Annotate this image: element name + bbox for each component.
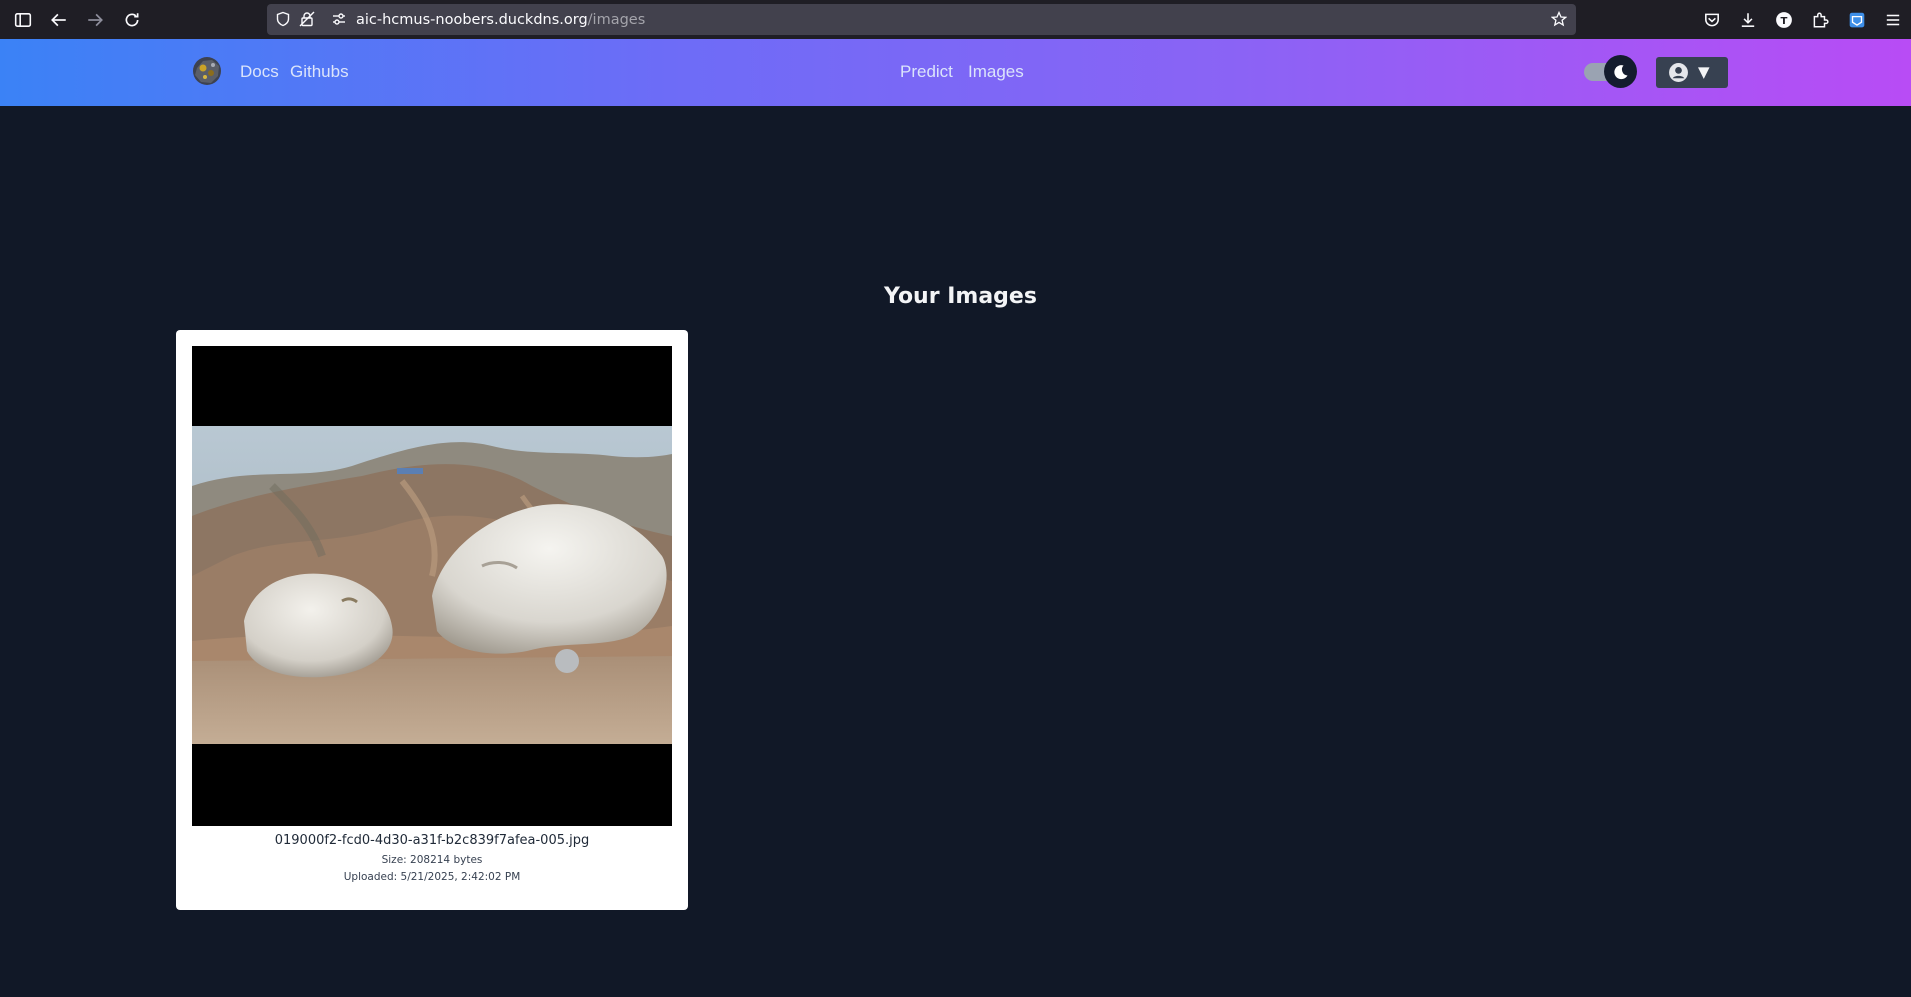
image-uploaded: Uploaded: 5/21/2025, 2:42:02 PM — [176, 871, 688, 884]
app-navbar: Docs Githubs Predict Images ▼ — [0, 39, 1911, 106]
moon-icon — [1604, 55, 1637, 88]
forward-arrow-icon[interactable] — [82, 7, 108, 33]
nav-link-images[interactable]: Images — [968, 62, 1024, 82]
theme-toggle[interactable] — [1584, 55, 1637, 88]
hamburger-menu-icon[interactable] — [1880, 7, 1906, 33]
account-box-icon[interactable] — [1844, 7, 1870, 33]
user-menu-button[interactable]: ▼ — [1656, 57, 1728, 88]
download-icon[interactable] — [1735, 7, 1761, 33]
image-uploaded-label: Uploaded: — [343, 871, 398, 883]
lock-icon[interactable] — [297, 9, 317, 29]
chevron-down-icon: ▼ — [1698, 63, 1710, 81]
image-size-label: Size: — [381, 854, 407, 866]
back-arrow-icon[interactable] — [46, 7, 72, 33]
image-size-value: 208214 bytes — [410, 854, 483, 866]
page-title: Your Images — [884, 284, 1037, 309]
nav-link-docs[interactable]: Docs — [240, 62, 279, 82]
star-icon[interactable] — [1549, 9, 1569, 29]
uploaded-image — [192, 426, 672, 744]
image-filename: 019000f2-fcd0-4d30-a31f-b2c839f7afea-005… — [274, 833, 590, 848]
permissions-icon[interactable] — [329, 9, 349, 29]
image-uploaded-value: 5/21/2025, 2:42:02 PM — [400, 871, 521, 883]
app-logo[interactable] — [190, 54, 224, 88]
shield-icon[interactable] — [273, 9, 293, 29]
image-card[interactable]: 019000f2-fcd0-4d30-a31f-b2c839f7afea-005… — [176, 330, 688, 910]
url-host: aic-hcmus-noobers.duckdns.org — [356, 12, 588, 28]
profile-t-icon[interactable]: T — [1771, 7, 1797, 33]
pocket-icon[interactable] — [1699, 7, 1725, 33]
svg-text:T: T — [1781, 16, 1788, 27]
user-circle-icon — [1669, 63, 1688, 82]
image-thumbnail[interactable] — [192, 346, 672, 826]
url-text[interactable]: aic-hcmus-noobers.duckdns.org/images — [356, 11, 645, 29]
sidebar-icon[interactable] — [10, 7, 36, 33]
browser-toolbar: aic-hcmus-noobers.duckdns.org/images T — [0, 0, 1911, 39]
image-size: Size: 208214 bytes — [176, 854, 688, 867]
reload-icon[interactable] — [119, 7, 145, 33]
url-bar[interactable]: aic-hcmus-noobers.duckdns.org/images — [267, 4, 1576, 35]
nav-link-githubs[interactable]: Githubs — [290, 62, 349, 82]
extensions-icon[interactable] — [1807, 7, 1833, 33]
nav-link-predict[interactable]: Predict — [900, 62, 953, 82]
url-path: /images — [587, 12, 646, 28]
